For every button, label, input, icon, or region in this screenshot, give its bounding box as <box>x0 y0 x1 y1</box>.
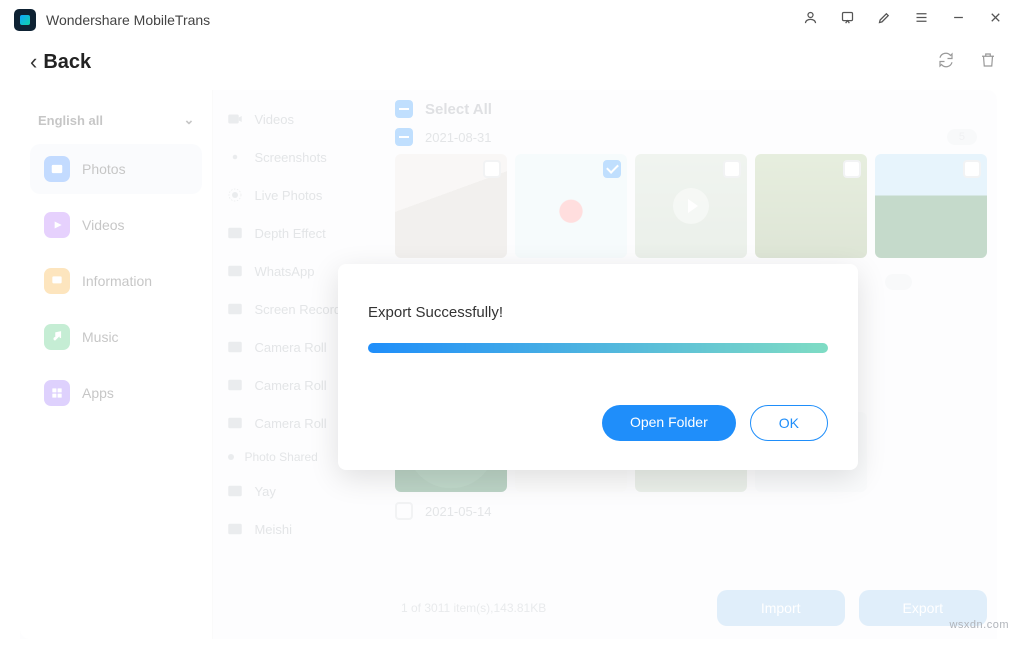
photo-thumbnail[interactable] <box>755 154 867 258</box>
date-group-count: 5 <box>947 129 977 145</box>
sidebar-item-information[interactable]: Information <box>30 256 202 306</box>
back-label[interactable]: Back <box>43 51 91 74</box>
app-logo <box>14 9 36 31</box>
close-icon[interactable] <box>988 10 1003 30</box>
thumbnail-checkbox[interactable] <box>483 160 501 178</box>
apps-icon <box>44 380 70 406</box>
sidebar-item-label: Photos <box>82 161 126 177</box>
sidebar-header-label: English all <box>38 113 103 128</box>
sidebar-item-label: Apps <box>82 385 114 401</box>
progress-bar <box>368 343 828 353</box>
sidebar-item-apps[interactable]: Apps <box>30 368 202 418</box>
sidebar-item-photos[interactable]: Photos <box>30 144 202 194</box>
back-row: ‹ Back <box>0 40 1017 84</box>
sidebar-item-label: Videos <box>82 217 125 233</box>
category-meishi[interactable]: Meishi <box>212 510 395 548</box>
category-videos[interactable]: Videos <box>212 100 395 138</box>
date-group-label: 2021-05-14 <box>425 504 492 519</box>
date-group-count-2 <box>885 274 912 290</box>
photo-thumbnail[interactable] <box>875 154 987 258</box>
modal-title: Export Successfully! <box>368 304 828 321</box>
ok-button[interactable]: OK <box>750 405 828 441</box>
open-folder-button[interactable]: Open Folder <box>602 405 736 441</box>
export-success-modal: Export Successfully! Open Folder OK <box>338 264 858 470</box>
information-icon <box>44 268 70 294</box>
status-text: 1 of 3011 item(s),143.81KB <box>401 601 546 615</box>
import-button[interactable]: Import <box>717 590 845 626</box>
sidebar-item-music[interactable]: Music <box>30 312 202 362</box>
select-all-checkbox[interactable] <box>395 100 413 118</box>
photo-thumbnail[interactable] <box>395 154 507 258</box>
window-controls <box>803 10 1003 30</box>
thumbnail-checkbox[interactable] <box>603 160 621 178</box>
category-live-photos[interactable]: Live Photos <box>212 176 395 214</box>
date-group-checkbox[interactable] <box>395 128 413 146</box>
music-icon <box>44 324 70 350</box>
photos-icon <box>44 156 70 182</box>
minimize-icon[interactable] <box>951 10 966 30</box>
dot-icon <box>228 454 234 460</box>
category-yay[interactable]: Yay <box>212 472 395 510</box>
account-icon[interactable] <box>803 10 818 30</box>
thumbnail-checkbox[interactable] <box>843 160 861 178</box>
sidebar-language-dropdown[interactable]: English all ⌄ <box>20 104 212 144</box>
sidebar-item-label: Information <box>82 273 152 289</box>
date-group-row-3: 2021-05-14 <box>395 498 987 528</box>
feedback-icon[interactable] <box>840 10 855 30</box>
bottom-bar: 1 of 3011 item(s),143.81KB Import Export <box>395 581 997 639</box>
category-depth-effect[interactable]: Depth Effect <box>212 214 395 252</box>
watermark: wsxdn.com <box>949 619 1009 631</box>
refresh-icon[interactable] <box>937 51 955 74</box>
select-all-row: Select All <box>395 98 987 124</box>
date-group-row: 2021-08-31 5 <box>395 124 987 154</box>
menu-icon[interactable] <box>914 10 929 30</box>
photo-thumbnail[interactable] <box>515 154 627 258</box>
back-chevron-icon[interactable]: ‹ <box>30 49 37 75</box>
category-screenshots[interactable]: Screenshots <box>212 138 395 176</box>
select-all-label: Select All <box>425 101 492 118</box>
thumbnail-checkbox[interactable] <box>723 160 741 178</box>
thumbnail-checkbox[interactable] <box>963 160 981 178</box>
videos-icon <box>44 212 70 238</box>
sidebar-item-videos[interactable]: Videos <box>30 200 202 250</box>
edit-icon[interactable] <box>877 10 892 30</box>
trash-icon[interactable] <box>979 51 997 74</box>
titlebar: Wondershare MobileTrans <box>0 0 1017 40</box>
date-group-label: 2021-08-31 <box>425 130 492 145</box>
sidebar-item-label: Music <box>82 329 119 345</box>
sidebar: English all ⌄ Photos Videos Information … <box>20 90 212 639</box>
video-thumbnail[interactable] <box>635 154 747 258</box>
app-title: Wondershare MobileTrans <box>46 12 210 28</box>
chevron-down-icon: ⌄ <box>184 112 195 128</box>
thumbnail-row-1 <box>395 154 987 258</box>
play-icon <box>673 188 709 224</box>
date-group-checkbox[interactable] <box>395 502 413 520</box>
